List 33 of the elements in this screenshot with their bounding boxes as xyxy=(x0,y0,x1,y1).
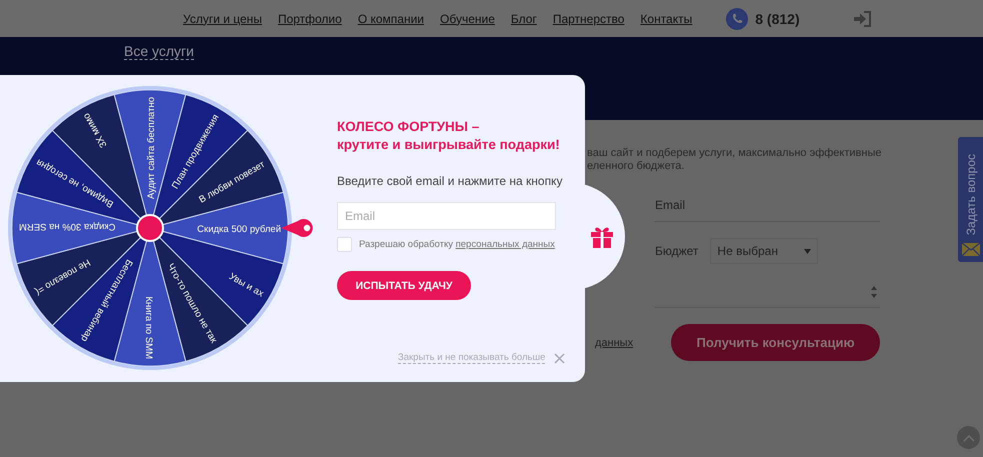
gift-icon xyxy=(590,226,614,248)
pointer-icon xyxy=(281,219,313,237)
popup-title: КОЛЕСО ФОРТУНЫ – крутите и выигрывайте подарки! xyxy=(337,118,560,154)
nav-link[interactable]: Обучение xyxy=(440,12,495,26)
budget-label: Бюджет xyxy=(655,244,698,258)
nav-link[interactable]: Услуги и цены xyxy=(183,12,262,26)
scroll-top-button[interactable] xyxy=(957,426,980,449)
personal-data-link[interactable]: персональных данных xyxy=(456,239,555,250)
envelope-icon xyxy=(962,243,980,256)
email-input[interactable]: Email xyxy=(337,202,556,230)
nav-link[interactable]: Портфолио xyxy=(278,12,342,26)
email-field[interactable]: Email xyxy=(655,196,880,222)
spinner-arrows-icon[interactable] xyxy=(870,285,878,299)
phone-icon xyxy=(726,8,748,30)
login-icon[interactable] xyxy=(853,10,873,28)
chevron-up-icon xyxy=(962,434,974,442)
prompt-text: Введите свой email и нажмите на кнопку xyxy=(337,174,562,188)
consent-text: Разрешаю обработку персональных данных xyxy=(359,239,555,250)
nav-link[interactable]: Контакты xyxy=(640,12,692,26)
try-luck-button[interactable]: ИСПЫТАТЬ УДАЧУ xyxy=(337,271,471,300)
breadcrumb-link[interactable]: Все услуги xyxy=(124,43,194,60)
consent-link[interactable]: данных xyxy=(595,336,634,348)
nav-link[interactable]: Партнерство xyxy=(552,12,624,26)
close-icon[interactable] xyxy=(554,352,566,364)
consultation-button[interactable]: Получить консультацию xyxy=(671,324,880,361)
dropdown-caret-icon xyxy=(804,248,812,254)
consent-checkbox[interactable] xyxy=(337,237,352,252)
ask-question-tab[interactable]: Задать вопрос xyxy=(958,137,983,262)
phone-number[interactable]: 8 (812) xyxy=(755,10,800,26)
nav-link[interactable]: Блог xyxy=(510,12,537,26)
nav-link[interactable]: О компании xyxy=(358,12,424,26)
close-forever-link[interactable]: Закрыть и не показывать больше xyxy=(398,352,546,364)
budget-select[interactable]: Не выбран xyxy=(710,238,818,264)
